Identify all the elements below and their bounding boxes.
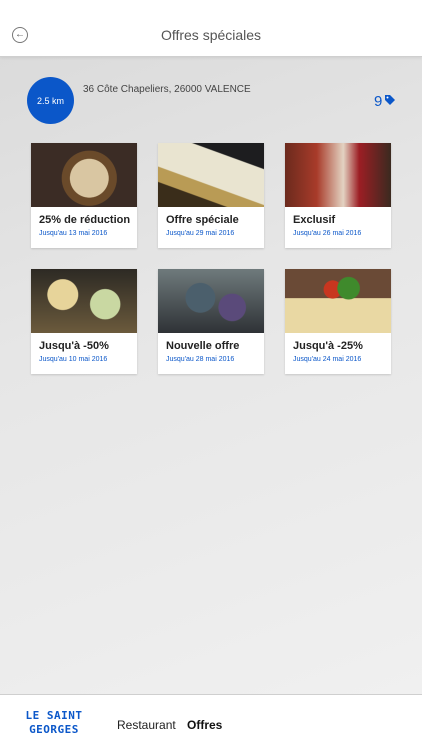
nav-restaurant[interactable]: Restaurant [117,718,176,732]
offer-date: Jusqu'au 28 mai 2016 [166,356,235,363]
restaurant-address: 36 Côte Chapeliers, 26000 VALENCE [83,84,251,95]
offer-date: Jusqu'au 24 mai 2016 [293,356,362,363]
distance-badge: 2.5 km [27,77,74,124]
offer-card[interactable]: Nouvelle offre Jusqu'au 28 mai 2016 [158,269,264,374]
offer-title: 25% de réduction [39,214,131,226]
offer-title: Jusqu'à -25% [293,340,363,352]
offer-date: Jusqu'au 29 mai 2016 [166,230,235,237]
offer-date: Jusqu'au 10 mai 2016 [39,356,108,363]
offer-image [158,269,264,333]
offer-card[interactable]: Jusqu'à -25% Jusqu'au 24 mai 2016 [285,269,391,374]
offer-title: Offre spéciale [166,214,239,226]
offer-title: Nouvelle offre [166,340,240,352]
offers-count[interactable]: 9 [374,93,396,110]
offer-image [285,143,391,207]
offer-card[interactable]: 25% de réduction Jusqu'au 13 mai 2016 [31,143,137,248]
offer-title: Exclusif [293,214,336,226]
offers-grid: 25% de réduction Jusqu'au 13 mai 2016 Of… [31,143,391,374]
offer-card[interactable]: Jusqu'à -50% Jusqu'au 10 mai 2016 [31,269,137,374]
bottom-nav: LE SAINT GEORGES Restaurant Offres [0,694,422,751]
top-bar: ← Offres spéciales [0,0,422,57]
offer-image [158,143,264,207]
offer-image [285,269,391,333]
logo: LE SAINT GEORGES [25,709,83,736]
nav-offres[interactable]: Offres [187,718,222,732]
offer-card[interactable]: Offre spéciale Jusqu'au 29 mai 2016 [158,143,264,248]
tag-icon [384,93,396,110]
offers-count-value: 9 [374,93,383,110]
offer-image [31,143,137,207]
offer-date: Jusqu'au 26 mai 2016 [293,230,362,237]
offer-card[interactable]: Exclusif Jusqu'au 26 mai 2016 [285,143,391,248]
page-title: Offres spéciales [160,27,262,43]
offer-image [31,269,137,333]
offer-title: Jusqu'à -50% [39,340,109,352]
offer-date: Jusqu'au 13 mai 2016 [39,230,108,237]
